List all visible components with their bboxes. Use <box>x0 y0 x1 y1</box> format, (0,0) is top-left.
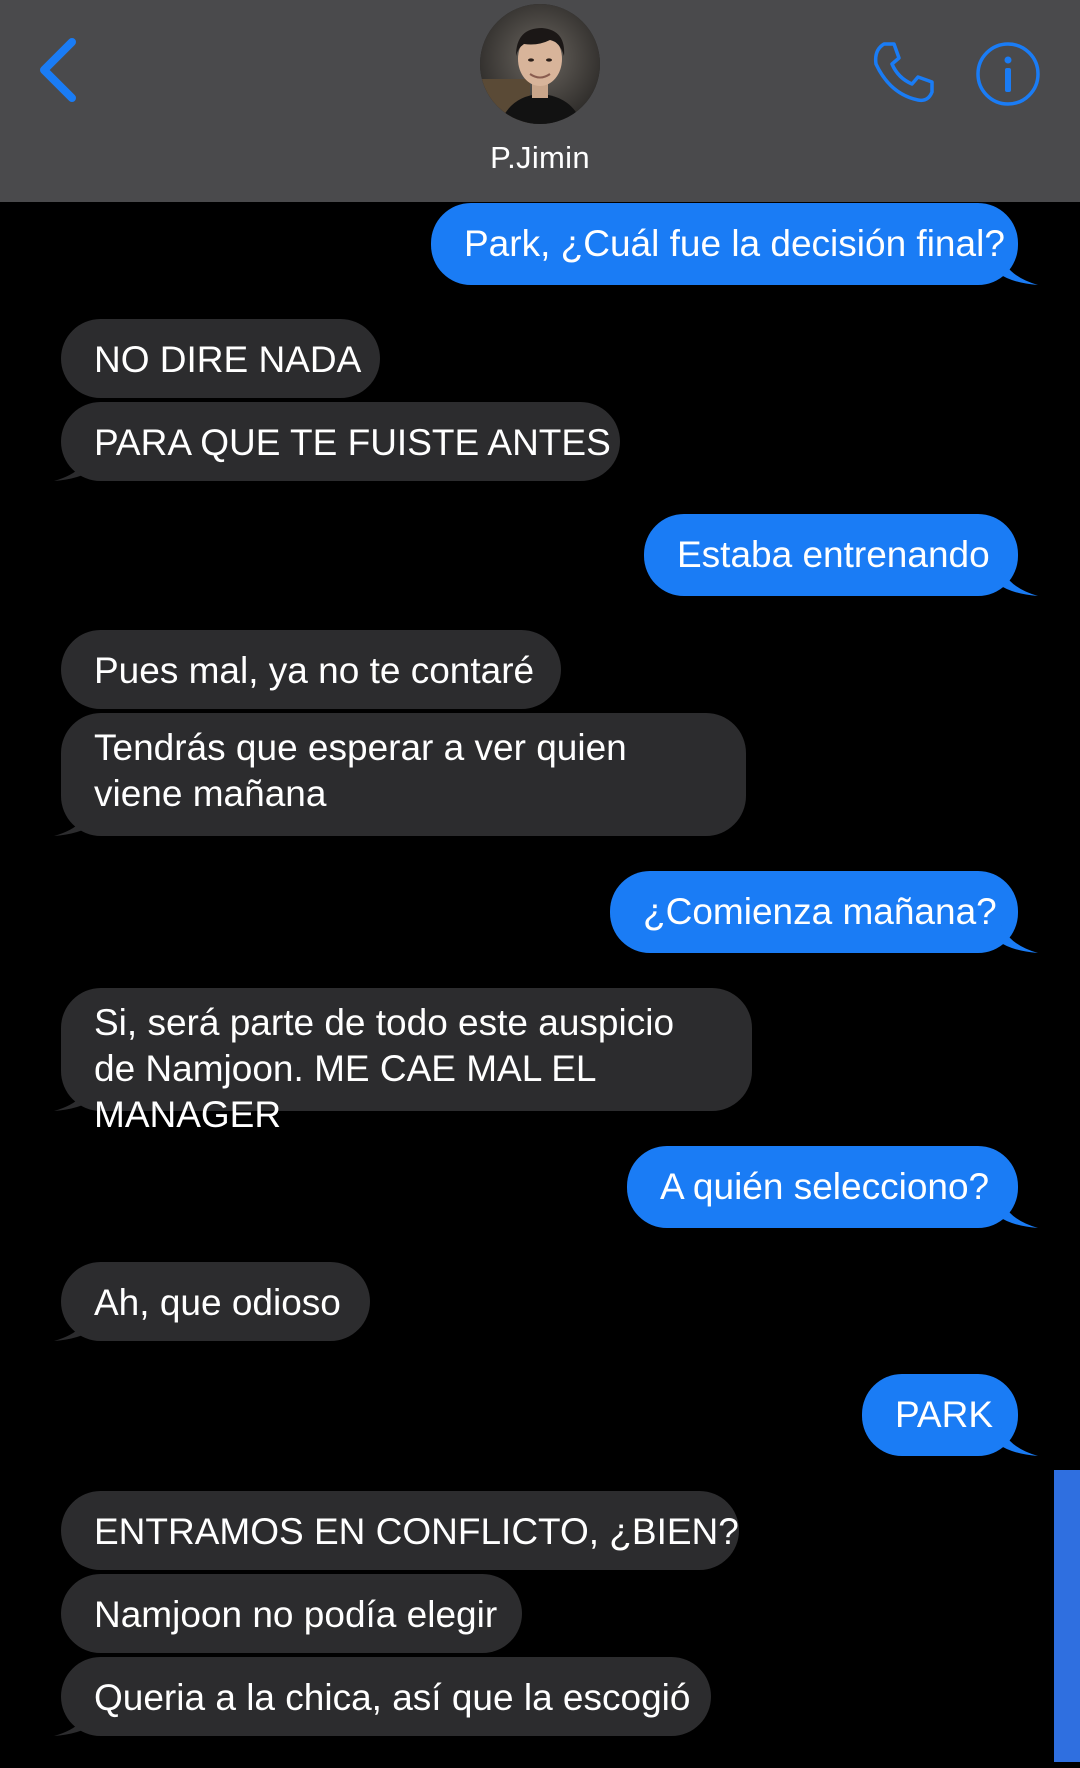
info-icon <box>976 42 1040 106</box>
incoming-message[interactable]: Si, será parte de todo este auspicio de … <box>61 988 752 1135</box>
incoming-message[interactable]: Queria a la chica, así que la escogió <box>61 1657 711 1736</box>
bubble-tail <box>998 1416 1038 1456</box>
incoming-message[interactable]: ENTRAMOS EN CONFLICTO, ¿BIEN? <box>61 1491 739 1570</box>
outgoing-message[interactable]: Park, ¿Cuál fue la decisión final? <box>431 203 1018 285</box>
contact-name[interactable]: P.Jimin <box>0 140 1080 176</box>
outgoing-message[interactable]: PARK <box>862 1374 1018 1456</box>
bubble-tail <box>54 1071 94 1111</box>
chevron-left-icon <box>40 38 76 102</box>
incoming-message[interactable]: Pues mal, ya no te contaré <box>61 630 561 709</box>
bubble-tail <box>998 556 1038 596</box>
bubble-tail <box>998 245 1038 285</box>
contact-photo <box>480 4 600 124</box>
incoming-message[interactable]: Namjoon no podía elegir <box>61 1574 522 1653</box>
call-button[interactable] <box>868 38 938 108</box>
incoming-message[interactable]: PARA QUE TE FUISTE ANTES <box>61 402 620 481</box>
conversation-header: P.Jimin <box>0 0 1080 202</box>
incoming-message[interactable]: Ah, que odioso <box>61 1262 370 1341</box>
outgoing-message[interactable]: Estaba entrenando <box>644 514 1018 596</box>
bubble-tail <box>54 1696 94 1736</box>
phone-icon <box>873 42 934 103</box>
bubble-tail <box>54 1301 94 1341</box>
bubble-tail <box>54 796 94 836</box>
back-button[interactable] <box>30 30 90 110</box>
incoming-message[interactable]: Tendrás que esperar a ver quien viene ma… <box>61 713 746 836</box>
avatar[interactable] <box>480 4 600 124</box>
scroll-indicator[interactable] <box>1054 1470 1080 1762</box>
outgoing-message[interactable]: ¿Comienza mañana? <box>610 871 1018 953</box>
outgoing-message[interactable]: A quién selecciono? <box>627 1146 1018 1228</box>
incoming-message[interactable]: NO DIRE NADA <box>61 319 380 398</box>
bubble-tail <box>998 913 1038 953</box>
bubble-tail <box>998 1188 1038 1228</box>
bubble-tail <box>54 441 94 481</box>
info-button[interactable] <box>974 40 1042 108</box>
